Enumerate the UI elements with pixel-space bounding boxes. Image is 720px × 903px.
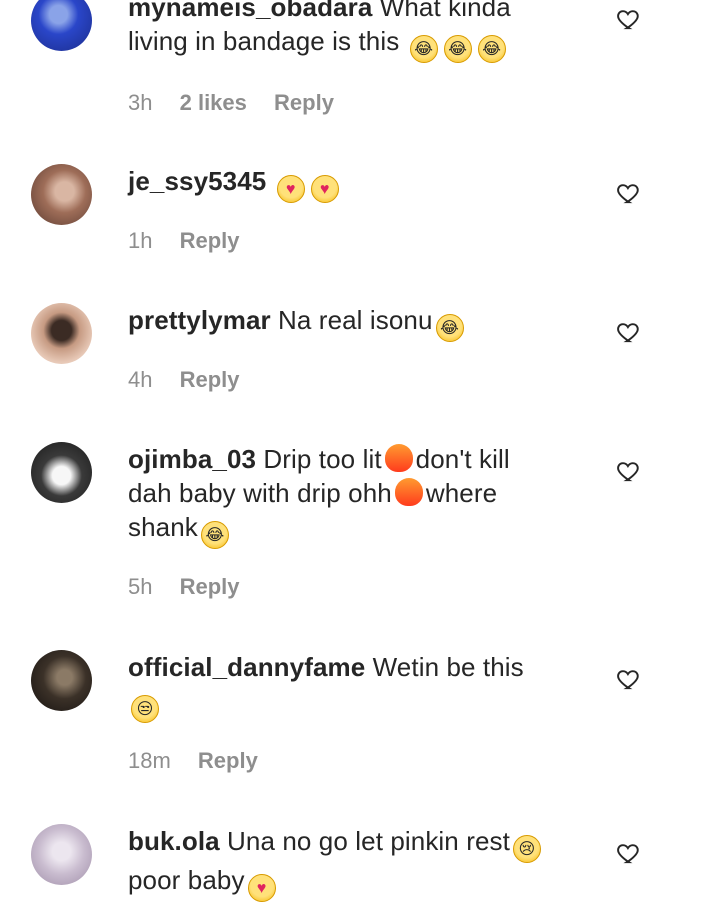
comment-body: living in bandage is this — [128, 26, 400, 56]
comment-time: 1h — [128, 228, 153, 253]
laughing-emoji-icon: 😂 — [443, 35, 472, 63]
comment-meta: 3h 2 likes Reply — [128, 90, 355, 116]
comment-time: 5h — [128, 574, 153, 599]
avatar[interactable] — [31, 650, 92, 711]
comment-username[interactable]: je_ssy5345 — [128, 166, 266, 196]
comment-body: poor baby — [128, 865, 245, 895]
laughing-emoji-icon: 😂 — [477, 35, 506, 63]
comment-body: What kinda — [379, 0, 511, 22]
fire-emoji-icon — [394, 478, 423, 506]
reply-button[interactable]: Reply — [180, 574, 240, 599]
comment-body: Drip too lit — [263, 444, 382, 474]
like-heart-icon[interactable] — [616, 180, 642, 206]
comment-body: dah baby with drip ohh — [128, 478, 392, 508]
comment-username[interactable]: prettylymar — [128, 305, 271, 335]
avatar[interactable] — [31, 303, 92, 364]
heart-eyes-emoji-icon: ♥ — [276, 175, 305, 203]
comment-body: Wetin be this — [372, 652, 524, 682]
like-heart-icon[interactable] — [616, 319, 642, 345]
comment-meta: 1h Reply — [128, 228, 261, 254]
comment-text: prettylymar Na real isonu 😂 — [128, 303, 558, 342]
comment-username[interactable]: ojimba_03 — [128, 444, 256, 474]
comment-text: official_dannyfame Wetin be this 😒 — [128, 650, 558, 723]
reply-button[interactable]: Reply — [198, 748, 258, 773]
comment-likes[interactable]: 2 likes — [180, 90, 247, 115]
comment-meta: 4h Reply — [128, 367, 261, 393]
laughing-emoji-icon: 😂 — [200, 521, 229, 549]
avatar[interactable] — [31, 442, 92, 503]
comment-text: ojimba_03 Drip too lit don't kill dah bab… — [128, 442, 558, 549]
crying-emoji-icon: 😢 — [512, 835, 541, 863]
unamused-emoji-icon: 😒 — [131, 695, 159, 723]
comment-body: Una no go let pinkin rest — [227, 826, 510, 856]
heart-eyes-emoji-icon: ♥ — [247, 874, 276, 902]
avatar[interactable] — [31, 0, 92, 51]
comment-body: don't kill — [415, 444, 510, 474]
avatar[interactable] — [31, 164, 92, 225]
reply-button[interactable]: Reply — [180, 228, 240, 253]
comment-time: 4h — [128, 367, 153, 392]
comment-text: mynameis_obadara What kinda living in ba… — [128, 0, 558, 63]
laughing-emoji-icon: 😂 — [409, 35, 438, 63]
comment-meta: 5h Reply — [128, 574, 261, 600]
reply-button[interactable]: Reply — [274, 90, 334, 115]
comment-time: 18m — [128, 748, 171, 773]
like-heart-icon[interactable] — [616, 840, 642, 866]
laughing-emoji-icon: 😂 — [435, 314, 464, 342]
comment-username[interactable]: mynameis_obadara — [128, 0, 372, 22]
comment-username[interactable]: buk.ola — [128, 826, 220, 856]
comment-body: Na real isonu — [278, 305, 433, 335]
comment-username[interactable]: official_dannyfame — [128, 652, 365, 682]
comment-body: shank — [128, 512, 198, 542]
like-heart-icon[interactable] — [616, 6, 642, 32]
comment-text: buk.ola Una no go let pinkin rest 😢 poor … — [128, 824, 558, 902]
avatar[interactable] — [31, 824, 92, 885]
fire-emoji-icon — [384, 444, 413, 472]
comment-time: 3h — [128, 90, 153, 115]
comment-body: where — [425, 478, 498, 508]
like-heart-icon[interactable] — [616, 666, 642, 692]
comment-meta: 18m Reply — [128, 748, 279, 774]
comment-text: je_ssy5345 ♥ ♥ — [128, 164, 558, 203]
heart-eyes-emoji-icon: ♥ — [310, 175, 339, 203]
like-heart-icon[interactable] — [616, 458, 642, 484]
reply-button[interactable]: Reply — [180, 367, 240, 392]
